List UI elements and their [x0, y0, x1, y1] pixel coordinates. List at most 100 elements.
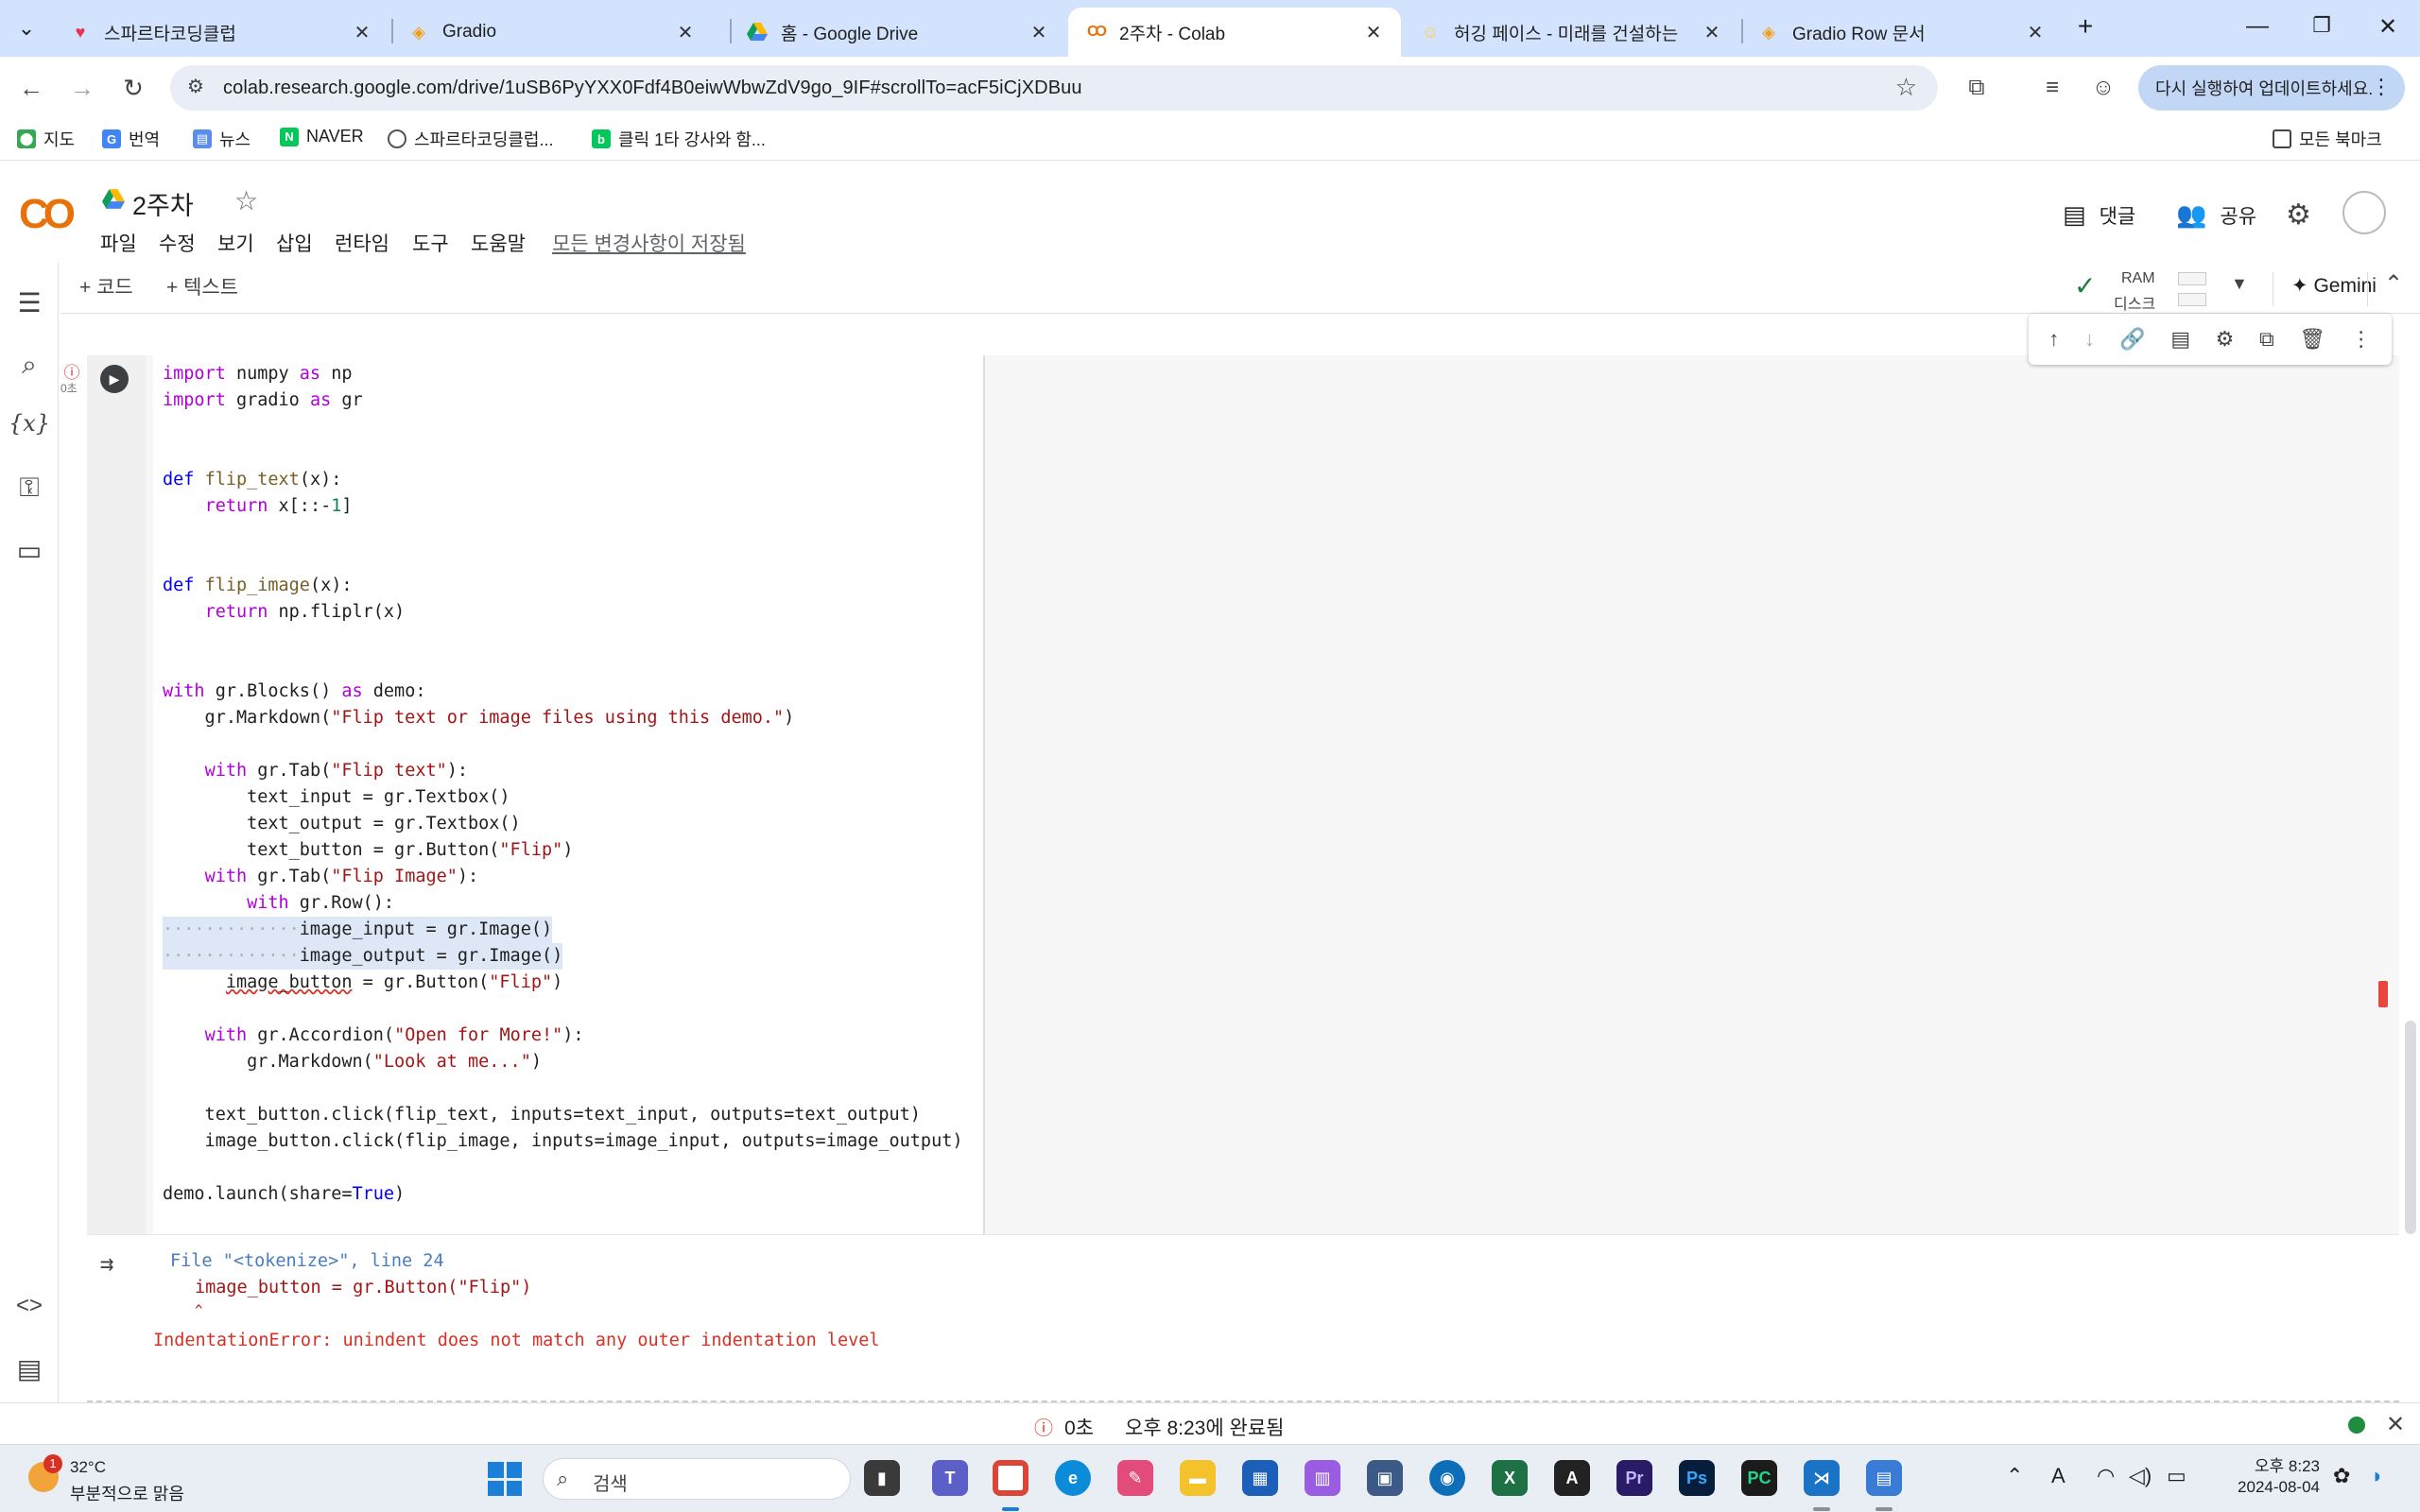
more-menu-icon[interactable]: ⋮: [2371, 75, 2392, 99]
omnibox[interactable]: ⚙ colab.research.google.com/drive/1uSB6P…: [170, 65, 1938, 111]
bookmark-maps[interactable]: ⬤ 지도: [17, 127, 75, 151]
menu-insert[interactable]: 삽입: [276, 229, 313, 257]
code-line[interactable]: def flip_text(x):: [163, 467, 341, 493]
settings-gear-icon[interactable]: ⚙: [2216, 327, 2235, 352]
settings-gear-icon[interactable]: ⚙: [2286, 198, 2311, 232]
move-down-icon[interactable]: ↓: [2084, 327, 2095, 352]
taskbar-clock[interactable]: 오후 8:23 2024-08-04: [2206, 1456, 2320, 1498]
more-vert-icon[interactable]: ⋮: [2351, 327, 2372, 352]
code-line[interactable]: import gradio as gr: [163, 387, 363, 414]
notebook-title[interactable]: 2주차: [132, 185, 194, 222]
all-bookmarks[interactable]: 모든 북마크: [2273, 127, 2382, 151]
command-palette-icon[interactable]: ▤: [0, 1353, 59, 1384]
save-status[interactable]: 모든 변경사항이 저장됨: [552, 229, 746, 257]
bookmark-naver[interactable]: N NAVER: [280, 127, 364, 146]
acrobat-icon[interactable]: A: [1554, 1460, 1590, 1496]
close-icon[interactable]: ✕: [2386, 1411, 2405, 1438]
resource-monitor[interactable]: RAM 디스크: [2083, 266, 2206, 313]
code-line[interactable]: return x[::-1]: [163, 493, 353, 520]
menu-file[interactable]: 파일: [100, 229, 137, 257]
media-control-icon[interactable]: ≡: [2036, 72, 2068, 104]
file-explorer-icon[interactable]: ▬: [1180, 1460, 1216, 1496]
windows-start-icon[interactable]: [488, 1462, 522, 1496]
table-of-contents-icon[interactable]: ☰: [0, 287, 59, 318]
code-line-selected[interactable]: ·············image_input = gr.Image(): [163, 917, 553, 943]
ime-icon[interactable]: A: [2051, 1464, 2066, 1488]
add-text-button[interactable]: + 텍스트: [166, 272, 238, 301]
weather-widget[interactable]: 1 32°C 부분적으로 맑음: [25, 1454, 233, 1503]
update-browser-button[interactable]: 다시 실행하여 업데이트하세요. ⋮: [2138, 65, 2405, 111]
code-line[interactable]: with gr.Accordion("Open for More!"):: [163, 1022, 584, 1049]
url-text[interactable]: colab.research.google.com/drive/1uSB6PyY…: [223, 77, 1082, 99]
comment-icon[interactable]: ▤: [2170, 327, 2190, 352]
bookmark-news[interactable]: ▤ 뉴스: [193, 127, 251, 151]
code-line[interactable]: import numpy as np: [163, 361, 353, 387]
menu-tools[interactable]: 도구: [412, 229, 449, 257]
completion-time[interactable]: 오후 8:23에 완료됨: [1125, 1413, 1284, 1441]
collapse-header-icon[interactable]: ⌃: [2384, 270, 2403, 298]
browser-tab-hugging-face[interactable]: ☺ 허깅 페이스 - 미래를 건설하는 ✕: [1403, 8, 1739, 57]
menu-edit[interactable]: 수정: [159, 229, 196, 257]
profile-icon[interactable]: ☺: [2087, 72, 2119, 104]
link-icon[interactable]: 🔗: [2119, 327, 2145, 352]
run-cell-button[interactable]: ▶: [100, 365, 129, 393]
code-line[interactable]: with gr.Tab("Flip Image"):: [163, 864, 479, 890]
code-line[interactable]: text_button.click(flip_text, inputs=text…: [163, 1102, 921, 1128]
delete-trash-icon[interactable]: 🗑: [2299, 327, 2325, 352]
google-drive-icon[interactable]: [102, 189, 125, 210]
code-editor[interactable]: import numpy as np import gradio as gr d…: [153, 355, 985, 1234]
gemini-button[interactable]: ✦ Gemini: [2291, 274, 2377, 298]
code-line[interactable]: text_button = gr.Button("Flip"): [163, 837, 573, 864]
browser-tab-colab[interactable]: CO 2주차 - Colab ✕: [1068, 8, 1401, 57]
tab-close-icon[interactable]: ✕: [2025, 21, 2046, 44]
extensions-icon[interactable]: ⧉: [1961, 72, 1993, 104]
teams-icon[interactable]: T: [932, 1460, 968, 1496]
notifications-icon[interactable]: ✿: [2333, 1464, 2350, 1488]
code-line[interactable]: gr.Markdown("Look at me..."): [163, 1049, 542, 1075]
close-window-icon[interactable]: ✕: [2369, 13, 2407, 41]
mirror-cell-icon[interactable]: ⧉: [2259, 327, 2274, 352]
bookmark-translate[interactable]: G 번역: [102, 127, 160, 151]
code-snippets-icon[interactable]: <>: [0, 1293, 59, 1319]
menu-help[interactable]: 도움말: [471, 229, 526, 257]
code-line[interactable]: with gr.Row():: [163, 890, 394, 917]
tab-search-chevron-icon[interactable]: ⌄: [9, 13, 43, 43]
excel-icon[interactable]: X: [1492, 1460, 1528, 1496]
edge-icon[interactable]: e: [1055, 1460, 1091, 1496]
star-icon[interactable]: ☆: [234, 185, 258, 216]
app-icon[interactable]: ▥: [1305, 1460, 1340, 1496]
tab-close-icon[interactable]: ✕: [675, 21, 696, 44]
bookmark-star-icon[interactable]: ☆: [1895, 73, 1917, 102]
chrome-icon[interactable]: [993, 1460, 1028, 1496]
pycharm-icon[interactable]: PC: [1741, 1460, 1777, 1496]
code-line[interactable]: demo.launch(share=True): [163, 1181, 405, 1208]
code-line[interactable]: return np.fliplr(x): [163, 599, 406, 626]
menu-runtime[interactable]: 런타임: [335, 229, 389, 257]
avatar[interactable]: [2342, 191, 2386, 234]
secrets-key-icon[interactable]: ⚿: [0, 472, 59, 504]
code-line-error[interactable]: image_button = gr.Button("Flip"): [163, 970, 562, 996]
bookmark-class[interactable]: b 클릭 1타 강사와 함...: [592, 127, 766, 151]
code-cell[interactable]: ▶ import numpy as np import gradio as gr…: [87, 355, 2399, 1234]
variables-icon[interactable]: {x}: [0, 410, 59, 437]
copilot-app-icon[interactable]: ✎: [1117, 1460, 1153, 1496]
minimize-icon[interactable]: —: [2238, 13, 2276, 40]
tab-close-icon[interactable]: ✕: [352, 21, 372, 44]
code-line[interactable]: text_output = gr.Textbox(): [163, 811, 521, 837]
store-icon[interactable]: ▦: [1242, 1460, 1278, 1496]
restore-icon[interactable]: ❐: [2303, 13, 2341, 38]
scrollbar[interactable]: [2405, 1021, 2416, 1234]
code-line[interactable]: def flip_image(x):: [163, 573, 353, 599]
browser-tab-sparta[interactable]: ♥ 스파르타코딩클럽 ✕: [53, 8, 389, 57]
forward-arrow-icon[interactable]: →: [66, 72, 98, 104]
tray-chevron-up-icon[interactable]: ⌃: [2006, 1464, 2023, 1488]
code-line[interactable]: with gr.Tab("Flip text"):: [163, 758, 468, 784]
bookmark-sparta[interactable]: 스파르타코딩클럽...: [388, 127, 553, 151]
menu-view[interactable]: 보기: [217, 229, 254, 257]
code-line[interactable]: image_button.click(flip_image, inputs=im…: [163, 1128, 963, 1155]
volume-icon[interactable]: ◁): [2129, 1464, 2152, 1488]
back-arrow-icon[interactable]: ←: [15, 72, 47, 104]
new-tab-button[interactable]: +: [2066, 11, 2104, 42]
site-info-icon[interactable]: ⚙: [187, 75, 204, 98]
colab-logo[interactable]: CO: [19, 191, 76, 238]
